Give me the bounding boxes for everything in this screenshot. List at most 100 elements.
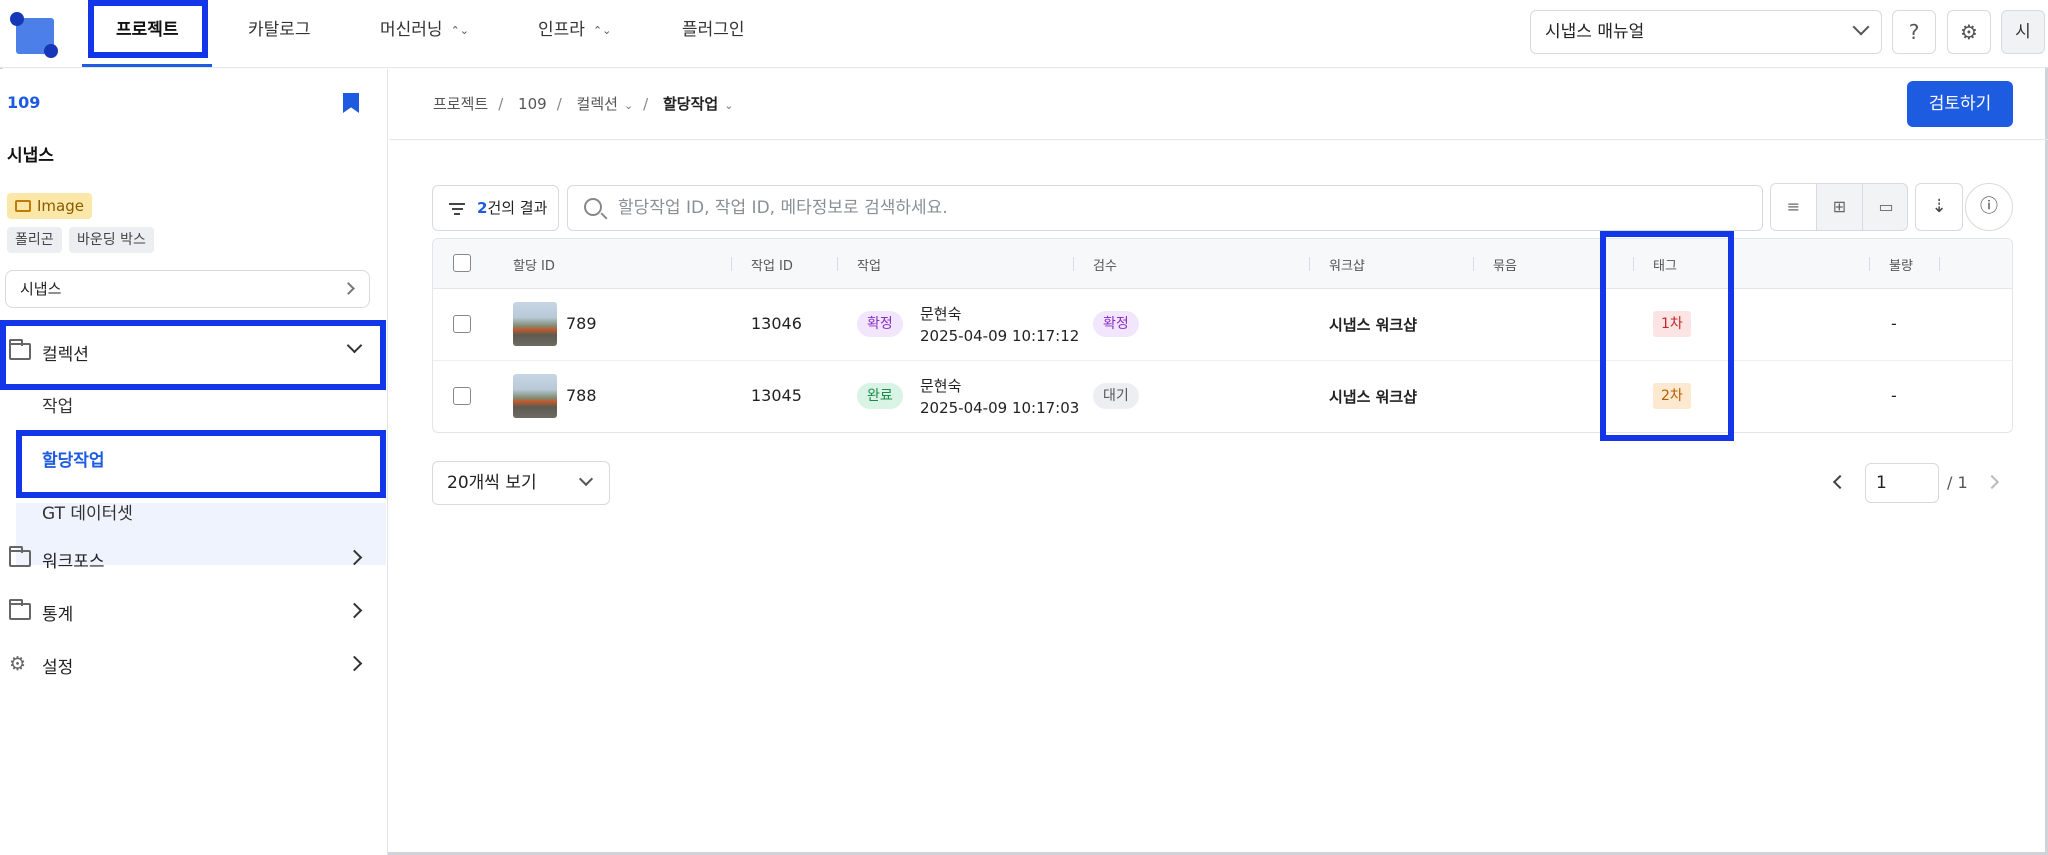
folder-icon: [9, 546, 31, 567]
breadcrumb-current[interactable]: 할당작업: [663, 95, 718, 113]
help-button[interactable]: ?: [1892, 10, 1936, 54]
table-header: 할당 ID 작업 ID 작업 검수 워크샵 묶음 태그 불량: [433, 239, 2012, 289]
table-row[interactable]: 789 13046 확정 문현숙 2025-04-09 10:17:12 확정 …: [433, 289, 2012, 361]
column-header[interactable]: 워크샵: [1329, 255, 1365, 274]
nav-active-underline: [82, 64, 212, 67]
page-size-value: 20개씩 보기: [447, 473, 537, 493]
nav-infra[interactable]: 인프라 ⌃⌄: [538, 0, 611, 68]
status-badge: 확정: [857, 311, 903, 337]
sidebar-item-workforce[interactable]: 워크포스: [0, 534, 386, 582]
sidebar-item-settings[interactable]: ⚙ 설정: [0, 640, 386, 688]
gallery-view-icon[interactable]: ▭: [1863, 184, 1907, 230]
sort-button[interactable]: ⇣: [1915, 183, 1963, 231]
thumbnail-image[interactable]: [513, 374, 557, 418]
chevron-down-icon: ⌄: [623, 99, 634, 112]
sidebar-item-stats[interactable]: 통계: [0, 587, 386, 635]
next-page-icon[interactable]: [1984, 474, 2000, 490]
worker-name: 문현숙: [920, 305, 962, 323]
gear-icon: ⚙: [9, 653, 27, 675]
settings-button[interactable]: ⚙: [1947, 10, 1991, 54]
assign-id: 788: [566, 386, 597, 405]
image-icon: [15, 200, 31, 212]
highlight-box-assignments: [16, 430, 386, 498]
page-total: / 1: [1947, 473, 1968, 492]
help-icon: ?: [1908, 20, 1920, 44]
project-id: 109: [7, 93, 41, 112]
folder-icon: [9, 599, 31, 620]
search-input[interactable]: 할당작업 ID, 작업 ID, 메타정보로 검색하세요.: [567, 185, 1763, 231]
defect: -: [1891, 386, 1897, 405]
info-icon: ⓘ: [1980, 196, 1998, 217]
chevron-right-icon: [342, 282, 355, 295]
sidebar-item-label: 설정: [42, 658, 74, 678]
sidebar-item-label: 통계: [42, 605, 74, 625]
filter-button[interactable]: 2건의 결과: [432, 185, 559, 231]
list-view-icon[interactable]: ≡: [1771, 184, 1817, 230]
info-button[interactable]: ⓘ: [1965, 183, 2013, 231]
prev-page-icon[interactable]: [1832, 474, 1848, 490]
chevron-down-icon: [1852, 18, 1870, 36]
top-navigation: 프로젝트 카탈로그 머신러닝 ⌃⌄ 인프라 ⌃⌄ 플러그인 시냅스 매뉴얼 ? ⚙ …: [0, 0, 2048, 68]
column-header[interactable]: 검수: [1093, 255, 1117, 274]
result-count-suffix: 건의 결과: [487, 199, 548, 217]
nav-infra-label: 인프라: [538, 20, 585, 40]
workspace-select-value: 시냅스: [20, 280, 62, 298]
breadcrumb: 프로젝트/ 109/ 컬렉션 ⌄ / 할당작업 ⌄: [433, 95, 734, 113]
sidebar-item-label: 워크포스: [42, 552, 105, 572]
workspace-select[interactable]: 시냅스: [5, 270, 370, 308]
gear-icon: ⚙: [1960, 20, 1978, 44]
main-content: 프로젝트/ 109/ 컬렉션 ⌄ / 할당작업 ⌄ 검토하기 2건의 결과 할당작업 …: [389, 69, 2048, 855]
row-checkbox[interactable]: [453, 387, 471, 405]
page-size-select[interactable]: 20개씩 보기: [432, 461, 610, 505]
search-icon: [584, 198, 602, 216]
filter-icon: [449, 203, 465, 215]
nav-ml-label: 머신러닝: [380, 20, 443, 40]
column-header[interactable]: 작업: [857, 255, 881, 274]
assign-id: 789: [566, 314, 597, 333]
chevron-updown-icon: ⌃⌄: [450, 24, 469, 37]
nav-catalog[interactable]: 카탈로그: [248, 0, 311, 68]
chevron-right-icon: [346, 549, 363, 566]
workshop-name: 시냅스 워크샵: [1329, 316, 1418, 334]
timestamp: 2025-04-09 10:17:12: [920, 327, 1080, 345]
sort-icon: ⇣: [1931, 196, 1947, 217]
review-button[interactable]: 검토하기: [1907, 81, 2013, 127]
app-logo[interactable]: [10, 12, 58, 58]
column-header[interactable]: 할당 ID: [513, 255, 555, 274]
workshop-name: 시냅스 워크샵: [1329, 388, 1418, 406]
chevron-down-icon: ⌄: [724, 99, 734, 112]
bookmark-icon[interactable]: [343, 93, 359, 113]
project-select[interactable]: 시냅스 매뉴얼: [1530, 10, 1882, 54]
timestamp: 2025-04-09 10:17:03: [920, 399, 1080, 417]
task-id: 13045: [751, 386, 802, 405]
column-header[interactable]: 묶음: [1493, 255, 1517, 274]
nav-machine-learning[interactable]: 머신러닝 ⌃⌄: [380, 0, 469, 68]
thumbnail-image[interactable]: [513, 302, 557, 346]
column-header[interactable]: 작업 ID: [751, 255, 793, 274]
worker-name: 문현숙: [920, 377, 962, 395]
status-badge: 완료: [857, 383, 903, 409]
chevron-updown-icon: ⌃⌄: [592, 24, 612, 37]
breadcrumb-item[interactable]: 109: [518, 95, 547, 113]
review-badge: 대기: [1093, 383, 1139, 409]
chevron-down-icon: [578, 471, 594, 487]
project-name: 시냅스: [7, 146, 54, 166]
grid-view-icon[interactable]: ⊞: [1817, 184, 1863, 230]
assignment-table: 할당 ID 작업 ID 작업 검수 워크샵 묶음 태그 불량 789 13046…: [432, 238, 2013, 433]
highlight-box-tag-column: [1600, 231, 1734, 441]
sidebar-subitem-tasks[interactable]: 작업: [42, 392, 73, 417]
highlight-box-nav: [88, 0, 208, 58]
select-all-checkbox[interactable]: [453, 254, 471, 272]
column-header[interactable]: 불량: [1889, 255, 1913, 274]
nav-plugins[interactable]: 플러그인: [682, 0, 745, 68]
avatar[interactable]: 시: [2001, 10, 2045, 54]
breadcrumb-item[interactable]: 컬렉션: [577, 95, 618, 113]
page-number-input[interactable]: 1: [1865, 463, 1939, 503]
task-id: 13046: [751, 314, 802, 333]
table-row[interactable]: 788 13045 완료 문현숙 2025-04-09 10:17:03 대기 …: [433, 361, 2012, 432]
sidebar-subitem-gt-dataset[interactable]: GT 데이터셋: [42, 499, 133, 524]
row-checkbox[interactable]: [453, 315, 471, 333]
divider: [389, 139, 2048, 140]
chevron-right-icon: [346, 602, 363, 619]
breadcrumb-item[interactable]: 프로젝트: [433, 95, 488, 113]
